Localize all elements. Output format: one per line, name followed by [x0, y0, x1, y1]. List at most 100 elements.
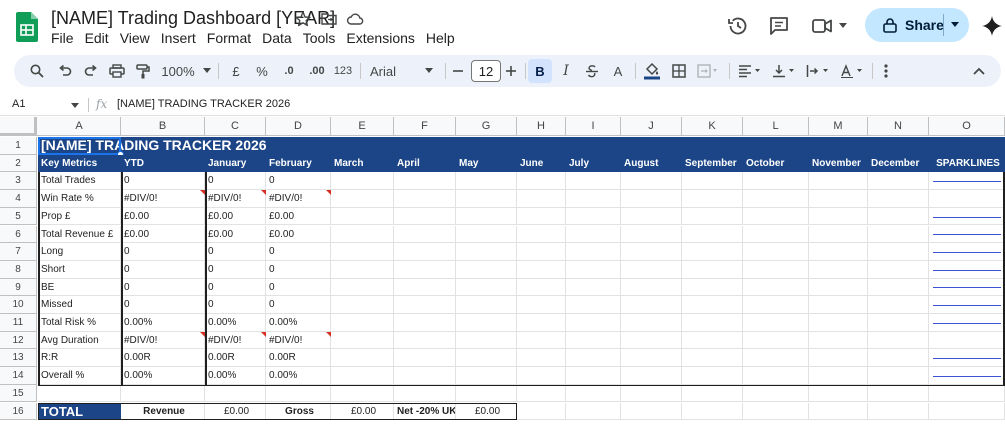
row-header-16[interactable]: 16	[0, 402, 37, 421]
grid-cell[interactable]	[566, 349, 621, 368]
grid-cell[interactable]	[394, 190, 456, 208]
metric-value-jan[interactable]: #DIV/0!	[205, 331, 266, 350]
metric-label[interactable]: Overall %	[38, 367, 121, 385]
grid-cell[interactable]	[868, 349, 929, 368]
column-header-k[interactable]: K	[682, 117, 743, 136]
metric-value-ytd[interactable]: £0.00	[121, 207, 205, 226]
grid-cell[interactable]	[205, 384, 266, 403]
grid-cell[interactable]	[682, 314, 743, 332]
name-box[interactable]: A1	[12, 98, 25, 110]
grid-cell[interactable]	[456, 172, 517, 191]
column-header-j[interactable]: J	[621, 117, 682, 136]
grid-cell[interactable]	[809, 296, 868, 314]
metric-value-ytd[interactable]: #DIV/0!	[121, 190, 205, 208]
metric-value-jan[interactable]: £0.00	[205, 225, 266, 244]
increase-decimal-button[interactable]: .00	[304, 55, 330, 87]
grid-cell[interactable]	[868, 278, 929, 297]
grid-cell[interactable]	[868, 384, 929, 403]
comment-indicator-icon[interactable]	[326, 190, 331, 196]
comment-indicator-icon[interactable]	[200, 190, 205, 196]
grid-cell[interactable]	[868, 402, 929, 421]
grid-cell[interactable]	[331, 260, 394, 279]
text-rotation-button[interactable]	[838, 55, 866, 87]
grid-cell[interactable]	[743, 402, 809, 421]
cloud-saved-icon[interactable]	[346, 10, 364, 28]
merge-cells-button[interactable]	[695, 55, 721, 87]
text-wrapping-button[interactable]	[804, 55, 832, 87]
column-header-d[interactable]: D	[266, 117, 331, 136]
metric-value-feb[interactable]: 0	[266, 243, 331, 261]
menu-tools[interactable]: Tools	[303, 30, 342, 46]
menu-insert[interactable]: Insert	[161, 30, 202, 46]
metric-value-ytd[interactable]: 0	[121, 260, 205, 279]
grid-cell[interactable]	[566, 243, 621, 261]
total-revenue-value[interactable]: £0.00	[205, 402, 266, 421]
header-cell[interactable]: November	[809, 154, 868, 173]
grid-cell[interactable]	[621, 260, 682, 279]
grid-cell[interactable]	[517, 349, 566, 368]
grid-cell[interactable]	[929, 402, 1005, 421]
menu-extensions[interactable]: Extensions	[346, 30, 420, 46]
grid-cell[interactable]	[394, 296, 456, 314]
spreadsheet-grid[interactable]: ABCDEFGHIJKLMNO [NAME] TRADING TRACKER 2…	[0, 117, 1005, 430]
grid-cell[interactable]	[929, 331, 1005, 350]
print-button[interactable]	[106, 55, 128, 87]
font-family-select[interactable]: Arial	[370, 55, 410, 87]
grid-cell[interactable]	[394, 331, 456, 350]
header-cell[interactable]: June	[517, 154, 566, 173]
grid-cell[interactable]	[621, 384, 682, 403]
grid-cell[interactable]	[809, 314, 868, 332]
paint-format-button[interactable]	[132, 55, 154, 87]
grid-cell[interactable]	[868, 225, 929, 244]
zoom-value[interactable]: 100%	[158, 55, 198, 87]
header-cell[interactable]: April	[394, 154, 456, 173]
grid-cell[interactable]	[394, 278, 456, 297]
grid-cell[interactable]	[621, 314, 682, 332]
metric-value-jan[interactable]: #DIV/0!	[205, 190, 266, 208]
horizontal-align-button[interactable]	[736, 55, 764, 87]
more-options-button[interactable]	[878, 55, 894, 87]
metric-value-jan[interactable]: 0.00%	[205, 367, 266, 385]
metric-value-jan[interactable]: £0.00	[205, 207, 266, 226]
grid-cell[interactable]	[566, 314, 621, 332]
grid-cell[interactable]	[809, 172, 868, 191]
grid-cell[interactable]	[266, 384, 331, 403]
column-header-i[interactable]: I	[566, 117, 621, 136]
decrease-font-size-button[interactable]	[451, 55, 465, 87]
text-color-button[interactable]: A	[609, 55, 627, 87]
redo-button[interactable]	[80, 55, 102, 87]
comment-indicator-icon[interactable]	[261, 331, 266, 337]
column-header-c[interactable]: C	[205, 117, 266, 136]
row-header-10[interactable]: 10	[0, 296, 37, 314]
header-cell[interactable]: August	[621, 154, 682, 173]
metric-value-feb[interactable]: 0	[266, 260, 331, 279]
grid-cell[interactable]	[394, 172, 456, 191]
grid-cell[interactable]	[743, 278, 809, 297]
row-header-8[interactable]: 8	[0, 260, 37, 279]
grid-cell[interactable]	[456, 243, 517, 261]
grid-cell[interactable]	[331, 278, 394, 297]
grid-cell[interactable]	[456, 225, 517, 244]
grid-cell[interactable]	[682, 207, 743, 226]
grid-cell[interactable]	[809, 367, 868, 385]
metric-value-feb[interactable]: 0	[266, 172, 331, 191]
grid-cell[interactable]	[809, 243, 868, 261]
menu-format[interactable]: Format	[207, 30, 257, 46]
hide-menus-button[interactable]	[970, 55, 988, 87]
grid-cell[interactable]	[394, 349, 456, 368]
grid-cell[interactable]	[331, 367, 394, 385]
metric-value-feb[interactable]: #DIV/0!	[266, 331, 331, 350]
more-formats-button[interactable]: 123	[332, 55, 354, 87]
column-header-a[interactable]: A	[38, 117, 121, 136]
row-header-1[interactable]: 1	[0, 137, 37, 155]
grid-cell[interactable]	[456, 331, 517, 350]
column-header-b[interactable]: B	[121, 117, 205, 136]
grid-cell[interactable]	[456, 207, 517, 226]
sheets-logo-icon[interactable]	[16, 12, 38, 42]
metric-label[interactable]: Missed	[38, 296, 121, 314]
name-box-dropdown-caret[interactable]	[71, 103, 79, 108]
header-cell[interactable]: July	[566, 154, 621, 173]
borders-button[interactable]	[669, 55, 689, 87]
metric-label[interactable]: Total Trades	[38, 172, 121, 191]
metric-value-ytd[interactable]: 0.00%	[121, 314, 205, 332]
